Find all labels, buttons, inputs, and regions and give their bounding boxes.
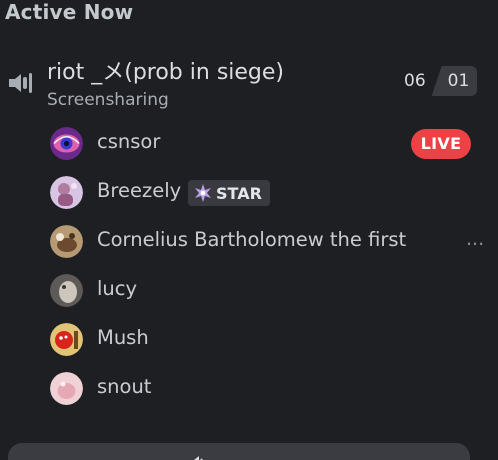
member-name: csnsor [97, 130, 161, 153]
member-name: snout [97, 375, 152, 398]
avatar [50, 372, 83, 405]
voice-channel-row[interactable]: riot _メ(prob in siege) Screensharing 06 … [0, 52, 498, 116]
live-badge[interactable]: LIVE [411, 129, 471, 159]
member-name: Cornelius Bartholomew the first [97, 228, 407, 251]
clan-tag-badge[interactable]: STAR [188, 180, 270, 206]
section-title: Active Now [5, 0, 134, 24]
user-count-badge: 06 01 [398, 66, 478, 96]
member-row[interactable]: lucy [50, 274, 490, 308]
member-name: Mush [97, 326, 149, 349]
avatar [50, 225, 83, 258]
member-name: lucy [97, 277, 138, 300]
count-limit: 01 [431, 66, 478, 96]
voice-channel-icon [6, 68, 36, 98]
avatar [50, 176, 83, 209]
avatar [50, 127, 83, 160]
member-row[interactable]: snout [50, 372, 490, 406]
count-connected: 06 [404, 71, 426, 91]
member-row[interactable]: Mush [50, 323, 490, 357]
member-row[interactable]: csnsor LIVE [50, 127, 490, 161]
active-now-panel: Active Now riot _メ(prob in siege) Screen… [0, 0, 498, 460]
join-voice-button[interactable] [8, 443, 470, 460]
avatar [50, 274, 83, 307]
name-truncation: ... [466, 228, 485, 250]
channel-name: riot _メ(prob in siege) [47, 60, 285, 85]
member-row[interactable]: Cornelius Bartholomew the first ... [50, 225, 490, 259]
avatar [50, 323, 83, 356]
member-row[interactable]: Breezely STAR [50, 176, 490, 210]
member-name: Breezely [97, 179, 182, 202]
channel-activity: Screensharing [47, 90, 169, 110]
clan-tag-label: STAR [216, 183, 262, 203]
speaker-icon [190, 456, 203, 460]
clan-icon [195, 184, 211, 202]
